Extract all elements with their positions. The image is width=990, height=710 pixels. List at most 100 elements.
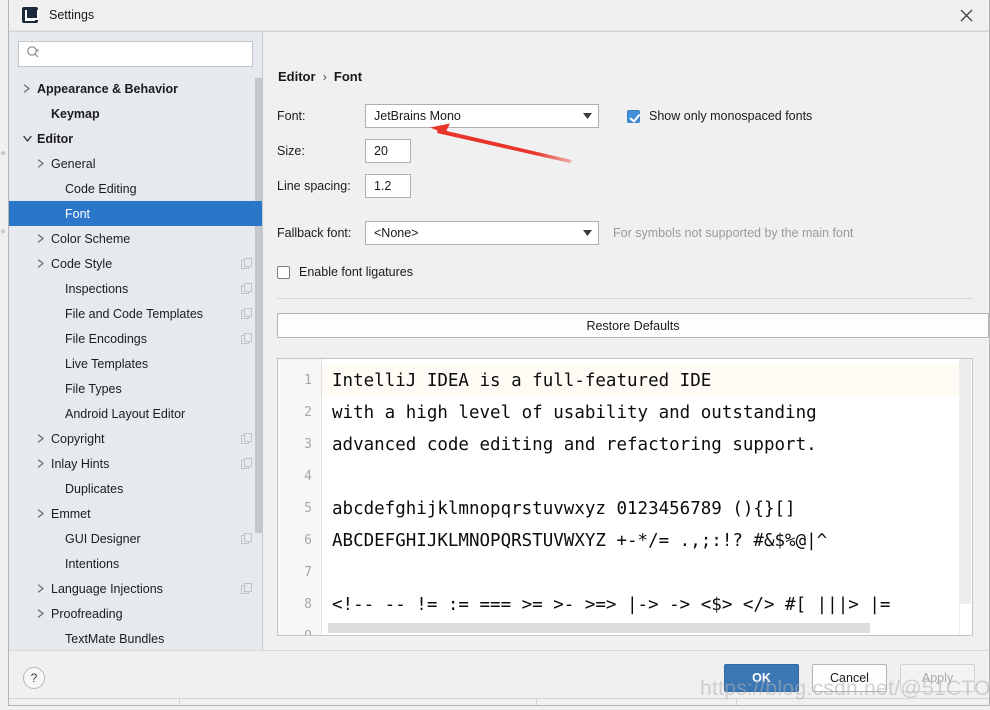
window-body: Appearance & Behavior Keymap Editor General… [9,31,989,650]
sidebar-item-inspections[interactable]: Inspections [9,276,262,301]
window-titlebar: Settings [9,0,989,31]
background-artifact: ● [0,148,7,159]
sidebar-item-live-templates[interactable]: Live Templates [9,351,262,376]
editor-line-number: 3 [304,437,312,452]
background-artifact: ● [0,226,7,237]
editor-horizontal-scrollbar-thumb[interactable] [328,623,870,633]
copy-settings-icon[interactable] [241,308,252,319]
breadcrumb-root[interactable]: Editor [278,69,316,84]
sidebar-item-file-and-code-templates[interactable]: File and Code Templates [9,301,262,326]
sidebar-item-code-editing[interactable]: Code Editing [9,176,262,201]
sidebar-item-proofreading[interactable]: Proofreading [9,601,262,626]
sidebar-item-label: Duplicates [65,481,124,496]
copy-settings-icon[interactable] [241,533,252,544]
cancel-button[interactable]: Cancel [812,664,887,692]
font-preview-editor[interactable]: 12345678910 IntelliJ IDEA is a full-feat… [277,358,973,636]
enable-ligatures-checkbox[interactable] [277,265,290,279]
sidebar-item-label: Emmet [51,506,91,521]
sidebar-item-keymap[interactable]: Keymap [9,101,262,126]
show-monospaced-row[interactable]: Show only monospaced fonts [627,109,812,123]
line-spacing-label: Line spacing: [277,179,351,193]
chevron-right-icon[interactable] [33,231,49,247]
fallback-font-label: Fallback font: [277,226,352,240]
sidebar-item-label: Editor [37,131,74,146]
font-size-input[interactable] [365,139,411,163]
copy-settings-icon[interactable] [241,283,252,294]
editor-line-number: 5 [304,501,312,516]
breadcrumb-current: Font [333,69,363,84]
sidebar-item-copyright[interactable]: Copyright [9,426,262,451]
line-spacing-input[interactable] [365,174,411,198]
editor-line: abcdefghijklmnopqrstuvwxyz 0123456789 ()… [332,499,796,519]
sidebar-item-label: File Encodings [65,331,147,346]
sidebar-item-label: Code Editing [65,181,137,196]
sidebar-item-android-layout-editor[interactable]: Android Layout Editor [9,401,262,426]
close-icon[interactable] [943,0,989,30]
chevron-right-icon[interactable] [33,506,49,522]
chevron-right-icon[interactable] [19,81,35,97]
editor-line-number: 6 [304,533,312,548]
search-icon [26,45,41,64]
show-monospaced-checkbox[interactable] [627,109,640,123]
chevron-right-icon[interactable] [33,581,49,597]
bottom-strip-divider [179,699,180,705]
sidebar-item-label: Appearance & Behavior [37,81,179,96]
fallback-font-combobox[interactable]: <None> [365,221,599,245]
search-box[interactable] [18,41,253,67]
editor-line-number: 7 [304,565,312,580]
sidebar-item-gui-designer[interactable]: GUI Designer [9,526,262,551]
sidebar-item-color-scheme[interactable]: Color Scheme [9,226,262,251]
editor-line-numbers: 12345678910 [278,359,322,635]
enable-ligatures-row[interactable]: Enable font ligatures [277,265,989,279]
chevron-right-icon[interactable] [33,456,49,472]
help-icon[interactable]: ? [23,667,45,689]
chevron-right-icon[interactable] [33,431,49,447]
sidebar-item-font[interactable]: Font [9,201,262,226]
chevron-right-icon[interactable] [33,156,49,172]
ok-button[interactable]: OK [724,664,799,692]
sidebar-item-duplicates[interactable]: Duplicates [9,476,262,501]
search-input[interactable] [41,47,252,61]
sidebar-item-label: Font [65,206,91,221]
sidebar-item-code-style[interactable]: Code Style [9,251,262,276]
sidebar-item-inlay-hints[interactable]: Inlay Hints [9,451,262,476]
editor-preview-text[interactable]: IntelliJ IDEA is a full-featured IDE with… [322,359,972,635]
footer-button-group: OK Cancel Apply [724,664,975,692]
copy-settings-icon[interactable] [241,458,252,469]
copy-settings-icon[interactable] [241,583,252,594]
editor-line: with a high level of usability and outst… [332,403,817,423]
editor-vertical-scrollbar[interactable] [959,359,972,635]
window-title: Settings [49,8,95,22]
sidebar-item-emmet[interactable]: Emmet [9,501,262,526]
sidebar-item-general[interactable]: General [9,151,262,176]
copy-settings-icon[interactable] [241,258,252,269]
copy-settings-icon[interactable] [241,333,252,344]
chevron-right-icon[interactable] [33,256,49,272]
settings-tree[interactable]: Appearance & Behavior Keymap Editor General… [9,74,262,650]
sidebar-item-appearance-behavior[interactable]: Appearance & Behavior [9,76,262,101]
editor-line-number: 4 [304,469,312,484]
sidebar-item-textmate-bundles[interactable]: TextMate Bundles [9,626,262,650]
sidebar-item-language-injections[interactable]: Language Injections [9,576,262,601]
font-family-combobox[interactable]: JetBrains Mono [365,104,599,128]
breadcrumb-separator-icon: › [322,69,327,84]
sidebar-item-editor[interactable]: Editor [9,126,262,151]
chevron-right-icon[interactable] [33,606,49,622]
sidebar-item-intentions[interactable]: Intentions [9,551,262,576]
line-spacing-row: Line spacing: [277,174,989,198]
sidebar-item-file-encodings[interactable]: File Encodings [9,326,262,351]
sidebar-item-file-types[interactable]: File Types [9,376,262,401]
editor-vertical-scrollbar-thumb[interactable] [960,359,971,604]
sidebar-item-label: Inlay Hints [51,456,110,471]
restore-defaults-button[interactable]: Restore Defaults [277,313,989,338]
editor-line: IntelliJ IDEA is a full-featured IDE [322,365,972,397]
chevron-down-icon[interactable] [19,131,35,147]
editor-horizontal-scrollbar[interactable] [328,623,958,633]
copy-settings-icon[interactable] [241,433,252,444]
